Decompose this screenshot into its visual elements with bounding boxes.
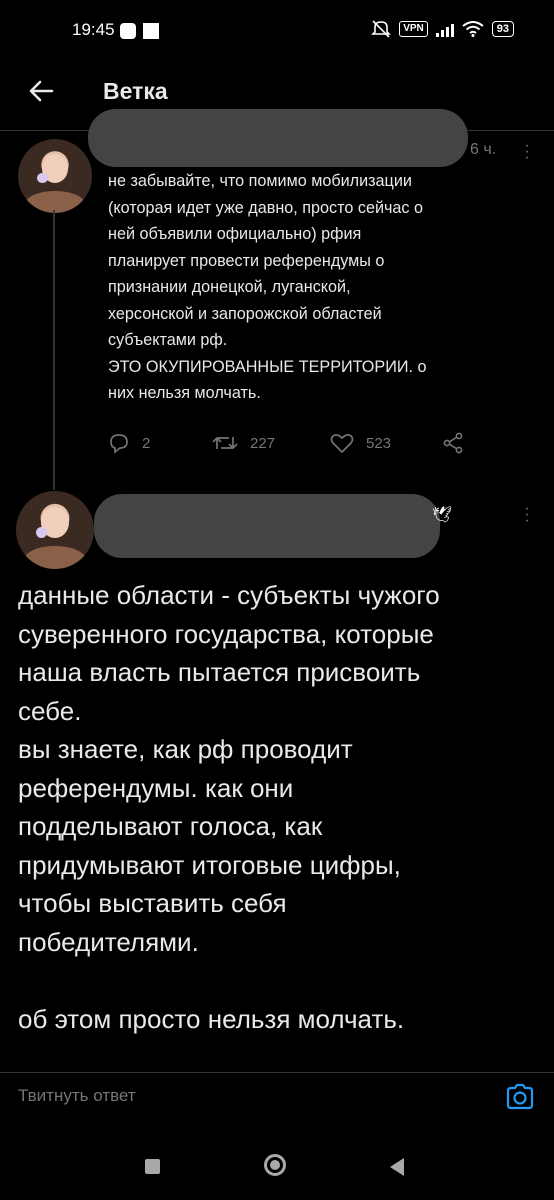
home-button[interactable] [264,1154,286,1176]
reply-input[interactable]: Твитнуть ответ [18,1086,136,1106]
recents-button[interactable] [145,1159,160,1174]
like-count: 523 [366,434,392,452]
dove-icon: 🕊 [432,507,453,524]
redacted-username [88,109,468,167]
more-options-icon[interactable]: · · · [524,138,530,166]
reply-divider [0,1072,554,1073]
retweet-icon [212,437,238,449]
battery-icon: 93 [491,21,514,37]
reply-count: 2 [142,434,151,452]
retweet-count: 227 [250,434,276,452]
like-button[interactable]: 523 [330,432,391,454]
thread-connector [53,210,55,490]
redacted-username [94,494,440,558]
share-button[interactable] [442,432,464,454]
tweet-timestamp[interactable]: 6 ч. [470,141,496,159]
mute-icon [371,20,392,38]
tweet-text: не забывайте, что помимо мобилизации (ко… [108,172,427,402]
notification-icon-2 [143,23,159,39]
reply-icon [110,434,128,454]
main-tweet-text: данные области - субъекты чужого суверен… [18,580,440,1034]
system-back-button[interactable] [390,1158,404,1176]
system-nav-bar [0,1130,554,1200]
status-time: 19:45 [72,20,115,39]
page-title: Ветка [103,78,168,104]
more-options-icon[interactable]: · · · [524,501,530,529]
arrow-left-icon[interactable] [26,76,56,106]
notification-icon [120,23,136,39]
reply-button[interactable]: 2 [108,432,150,454]
camera-icon[interactable] [504,1081,536,1113]
signal-icon [435,21,454,37]
heart-icon [330,434,354,453]
share-icon [443,432,463,454]
avatar[interactable] [18,139,92,213]
status-bar: 19:45 VPN 93 [0,0,554,64]
retweet-button[interactable]: 227 [212,432,275,454]
tweet-actions: 2 227 523 [108,432,488,462]
status-icons: VPN 93 [371,20,514,38]
wifi-icon [462,21,484,37]
avatar[interactable] [16,491,94,569]
vpn-icon: VPN [399,21,428,37]
